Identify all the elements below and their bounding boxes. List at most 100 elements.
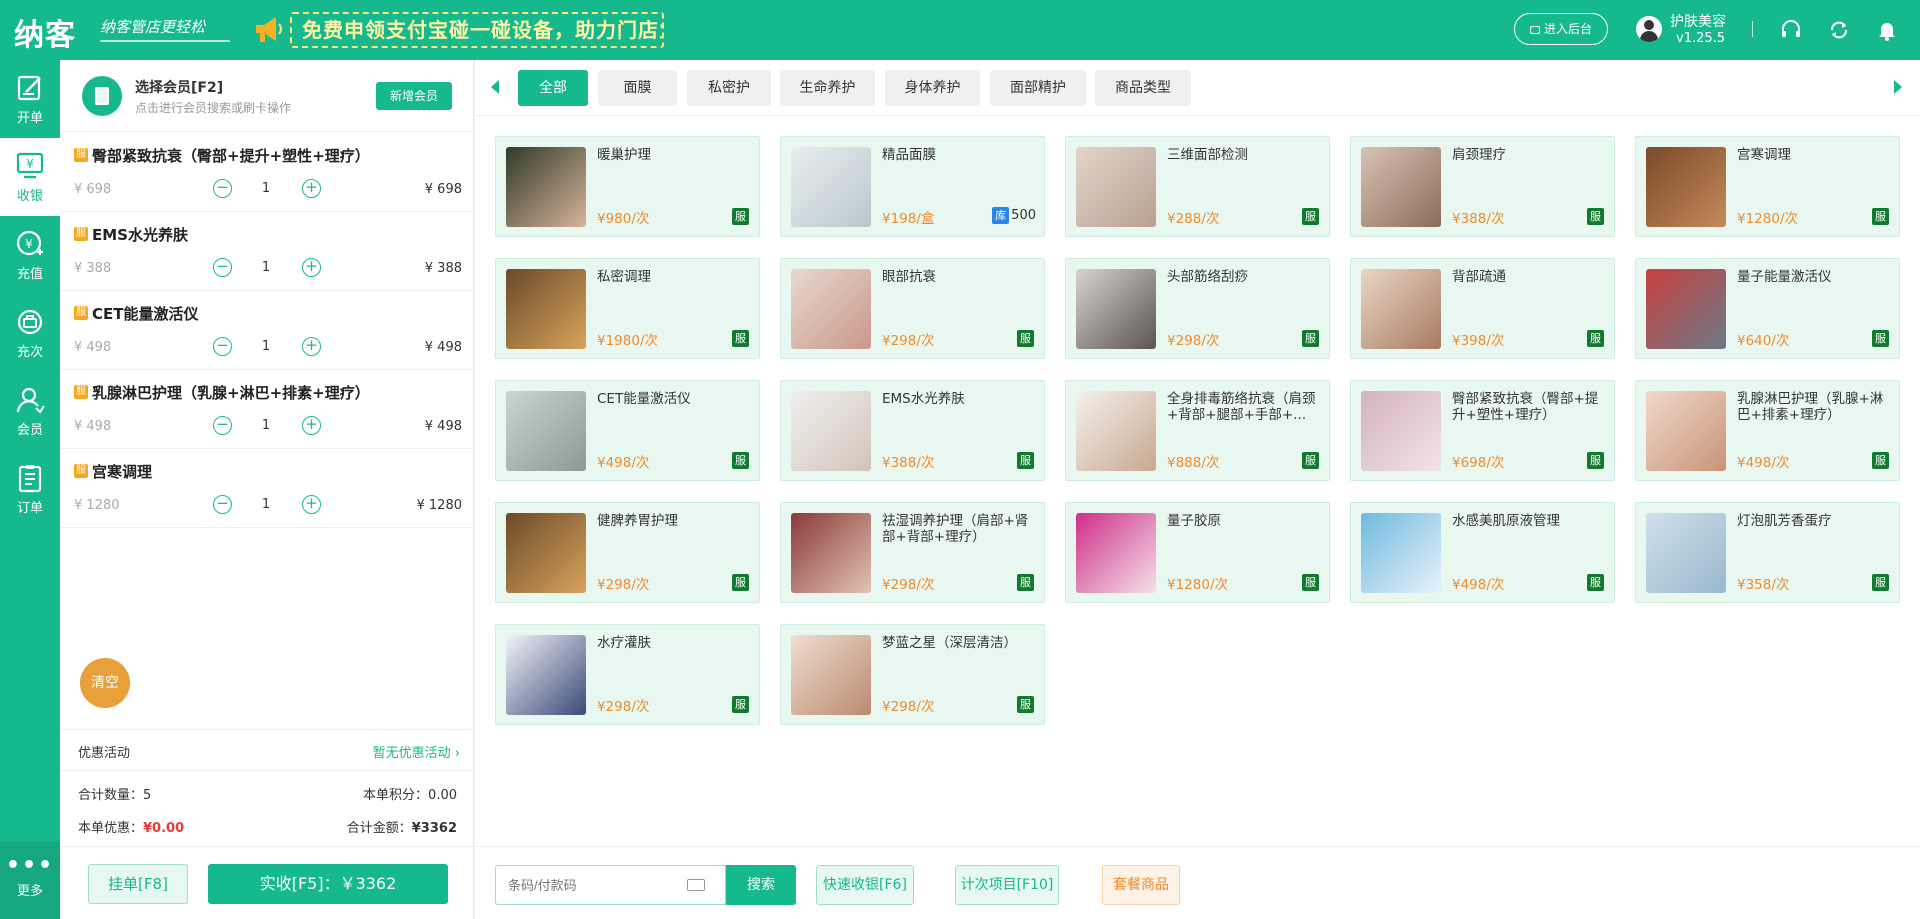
cart-item[interactable]: 服 乳腺淋巴护理（乳腺+淋巴+排素+理疗） ¥ 498 − 1 + ¥ 498 bbox=[60, 370, 474, 449]
stock-badge: 库 500 bbox=[992, 207, 1036, 224]
promotion-value[interactable]: 暂无优惠活动 › bbox=[373, 742, 460, 761]
chevron-right-icon[interactable] bbox=[1894, 80, 1902, 94]
nav-item-more[interactable]: ••• 更多 bbox=[0, 842, 60, 919]
service-badge: 服 bbox=[1587, 452, 1604, 469]
package-button[interactable]: 套餐商品 bbox=[1102, 865, 1180, 905]
product-card[interactable]: CET能量激活仪 ¥498/次 服 bbox=[495, 380, 760, 481]
service-badge: 服 bbox=[1587, 330, 1604, 347]
product-price: ¥358/次 bbox=[1737, 577, 1790, 593]
product-name: 梦蓝之星（深层清洁） bbox=[882, 635, 1017, 651]
clear-cart-button[interactable]: 清空 bbox=[80, 658, 130, 708]
cart-item-qty[interactable]: 1 bbox=[256, 339, 276, 354]
product-price: ¥980/次 bbox=[597, 211, 650, 227]
refresh-icon[interactable] bbox=[1828, 19, 1850, 41]
product-card[interactable]: 量子能量激活仪 ¥640/次 服 bbox=[1635, 258, 1900, 359]
plus-icon[interactable]: + bbox=[302, 337, 321, 356]
member-selector[interactable]: 选择会员[F2] 点击进行会员搜索或刷卡操作 新增会员 bbox=[60, 60, 474, 132]
avatar[interactable] bbox=[1636, 16, 1662, 42]
product-name: 私密调理 bbox=[597, 269, 651, 285]
total-quantity-value: 5 bbox=[143, 788, 152, 803]
minus-icon[interactable]: − bbox=[213, 258, 232, 277]
nav-item-recharge[interactable]: ¥ 充值 bbox=[0, 216, 60, 294]
product-card[interactable]: 私密调理 ¥1980/次 服 bbox=[495, 258, 760, 359]
tab-face-care[interactable]: 面部精护 bbox=[990, 70, 1086, 106]
nav-item-open-order[interactable]: 开单 bbox=[0, 60, 60, 138]
bottom-toolbar: 搜索 快速收银[F6] 计次项目[F10] 套餐商品 bbox=[475, 846, 1920, 919]
product-card[interactable]: 健脾养胃护理 ¥298/次 服 bbox=[495, 502, 760, 603]
nav-item-times[interactable]: 充次 bbox=[0, 294, 60, 372]
product-card[interactable]: 全身排毒筋络抗衰（肩颈+背部+腿部+手部+... ¥888/次 服 bbox=[1065, 380, 1330, 481]
product-name: 水疗灌肤 bbox=[597, 635, 651, 651]
product-card[interactable]: 宫寒调理 ¥1280/次 服 bbox=[1635, 136, 1900, 237]
chevron-left-icon[interactable] bbox=[491, 80, 499, 94]
search-button[interactable]: 搜索 bbox=[726, 865, 796, 905]
cart-item[interactable]: 服 CET能量激活仪 ¥ 498 − 1 + ¥ 498 bbox=[60, 291, 474, 370]
product-price: ¥1280/次 bbox=[1737, 211, 1798, 227]
headset-icon[interactable] bbox=[1780, 19, 1802, 41]
tab-all[interactable]: 全部 bbox=[518, 70, 588, 106]
service-badge: 服 bbox=[1302, 452, 1319, 469]
cart-item-qty[interactable]: 1 bbox=[256, 181, 276, 196]
product-card[interactable]: EMS水光养肤 ¥388/次 服 bbox=[780, 380, 1045, 481]
product-card[interactable]: 水感美肌原液管理 ¥498/次 服 bbox=[1350, 502, 1615, 603]
product-price: ¥298/次 bbox=[882, 333, 935, 349]
cart-item[interactable]: 服 EMS水光养肤 ¥ 388 − 1 + ¥ 388 bbox=[60, 212, 474, 291]
product-card[interactable]: 三维面部检测 ¥288/次 服 bbox=[1065, 136, 1330, 237]
hang-order-button[interactable]: 挂单[F8] bbox=[88, 864, 188, 904]
product-card[interactable]: 水疗灌肤 ¥298/次 服 bbox=[495, 624, 760, 725]
product-card[interactable]: 肩颈理疗 ¥388/次 服 bbox=[1350, 136, 1615, 237]
tab-life-care[interactable]: 生命养护 bbox=[780, 70, 875, 106]
product-card[interactable]: 梦蓝之星（深层清洁） ¥298/次 服 bbox=[780, 624, 1045, 725]
product-card[interactable]: 祛湿调养护理（肩部+肾部+背部+理疗） ¥298/次 服 bbox=[780, 502, 1045, 603]
cart-item-subtotal: ¥ 498 bbox=[424, 419, 462, 434]
minus-icon[interactable]: − bbox=[213, 416, 232, 435]
tab-mask[interactable]: 面膜 bbox=[598, 70, 677, 106]
cart-item-qty[interactable]: 1 bbox=[256, 497, 276, 512]
product-price: ¥498/次 bbox=[1737, 455, 1790, 471]
product-card[interactable]: 背部疏通 ¥398/次 服 bbox=[1350, 258, 1615, 359]
product-card[interactable]: 臀部紧致抗衰（臀部+提升+塑性+理疗） ¥698/次 服 bbox=[1350, 380, 1615, 481]
product-card[interactable]: 量子胶原 ¥1280/次 服 bbox=[1065, 502, 1330, 603]
product-card[interactable]: 头部筋络刮痧 ¥298/次 服 bbox=[1065, 258, 1330, 359]
cart-item-qty[interactable]: 1 bbox=[256, 418, 276, 433]
tab-private-care[interactable]: 私密护 bbox=[687, 70, 771, 106]
service-badge: 服 bbox=[1017, 330, 1034, 347]
promotion-label: 优惠活动 bbox=[78, 746, 131, 761]
product-card[interactable]: 暖巢护理 ¥980/次 服 bbox=[495, 136, 760, 237]
cart-item[interactable]: 服 宫寒调理 ¥ 1280 − 1 + ¥ 1280 bbox=[60, 449, 474, 528]
minus-icon[interactable]: − bbox=[213, 495, 232, 514]
plus-icon[interactable]: + bbox=[302, 179, 321, 198]
plus-icon[interactable]: + bbox=[302, 495, 321, 514]
promo-banner[interactable]: 免费申领支付宝碰一碰设备，助力门店业绩倍增！ bbox=[290, 12, 664, 48]
tab-product-type[interactable]: 商品类型 bbox=[1095, 70, 1191, 106]
product-image bbox=[1646, 269, 1726, 349]
product-card[interactable]: 精品面膜 ¥198/盒 库 500 bbox=[780, 136, 1045, 237]
cart-item[interactable]: 服 臀部紧致抗衰（臀部+提升+塑性+理疗） ¥ 698 − 1 + ¥ 698 bbox=[60, 133, 474, 212]
service-badge: 服 bbox=[74, 464, 88, 478]
times-item-button[interactable]: 计次项目[F10] bbox=[955, 865, 1059, 905]
nav-item-cashier[interactable]: ¥ 收银 bbox=[0, 138, 60, 216]
promotion-row[interactable]: 优惠活动 暂无优惠活动 › bbox=[60, 729, 474, 771]
product-name: 精品面膜 bbox=[882, 147, 936, 163]
nav-item-order[interactable]: 订单 bbox=[0, 450, 60, 528]
plus-icon[interactable]: + bbox=[302, 416, 321, 435]
user-name: 护肤美容 bbox=[1670, 14, 1726, 30]
bell-icon[interactable] bbox=[1876, 19, 1898, 41]
product-price: ¥498/次 bbox=[597, 455, 650, 471]
minus-icon[interactable]: − bbox=[213, 337, 232, 356]
pay-button[interactable]: 实收[F5]：￥3362 bbox=[208, 864, 448, 904]
enter-backend-button[interactable]: 进入后台 bbox=[1514, 13, 1608, 45]
product-card[interactable]: 眼部抗衰 ¥298/次 服 bbox=[780, 258, 1045, 359]
quick-cashier-button[interactable]: 快速收银[F6] bbox=[816, 865, 914, 905]
add-member-button[interactable]: 新增会员 bbox=[376, 82, 452, 110]
plus-icon[interactable]: + bbox=[302, 258, 321, 277]
product-card[interactable]: 乳腺淋巴护理（乳腺+淋巴+排素+理疗） ¥498/次 服 bbox=[1635, 380, 1900, 481]
cart-item-qty[interactable]: 1 bbox=[256, 260, 276, 275]
keyboard-icon[interactable] bbox=[687, 879, 705, 891]
product-card[interactable]: 灯泡肌芳香蛋疗 ¥358/次 服 bbox=[1635, 502, 1900, 603]
minus-icon[interactable]: − bbox=[213, 179, 232, 198]
nav-item-member[interactable]: 会员 bbox=[0, 372, 60, 450]
tab-body-care[interactable]: 身体养护 bbox=[885, 70, 980, 106]
product-name: CET能量激活仪 bbox=[597, 391, 691, 407]
product-image bbox=[1076, 513, 1156, 593]
